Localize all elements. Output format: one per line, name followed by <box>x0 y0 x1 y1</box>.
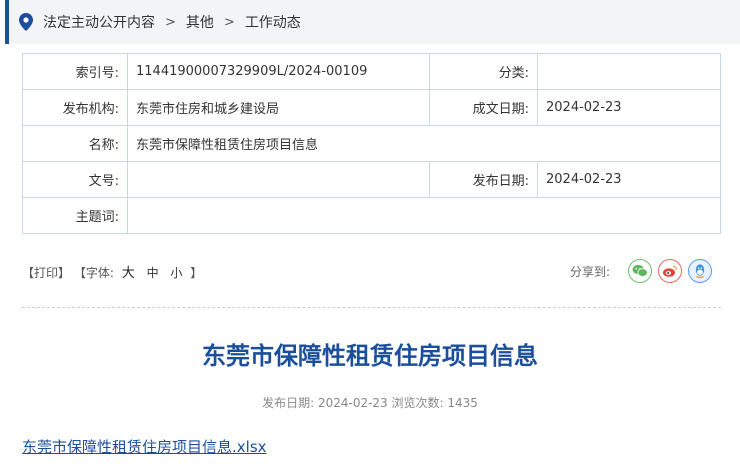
table-row: 名称: 东莞市保障性租赁住房项目信息 <box>22 125 721 162</box>
published-date-value: 2024-02-23 <box>537 161 721 198</box>
doc-number-value <box>127 161 430 198</box>
category-value <box>537 53 721 90</box>
created-date-value: 2024-02-23 <box>537 89 721 126</box>
table-row: 主题词: <box>22 197 721 234</box>
wechat-icon[interactable] <box>628 259 652 283</box>
location-pin-icon <box>19 13 33 31</box>
table-row: 索引号: 11441900007329909L/2024-00109 分类: <box>22 53 721 90</box>
font-size-prefix: 【字体: <box>73 266 114 280</box>
weibo-icon[interactable] <box>658 259 682 283</box>
category-label: 分类: <box>429 53 538 90</box>
font-medium-button[interactable]: 中 <box>147 266 159 280</box>
subject-value <box>127 197 721 234</box>
share-label: 分享到: <box>569 264 610 279</box>
issuer-label: 发布机构: <box>22 89 128 126</box>
subject-label: 主题词: <box>22 197 128 234</box>
issuer-value: 东莞市住房和城乡建设局 <box>127 89 430 126</box>
index-value: 11441900007329909L/2024-00109 <box>127 53 430 90</box>
published-date-label: 发布日期: <box>429 161 538 198</box>
qq-icon[interactable] <box>688 259 712 283</box>
name-label: 名称: <box>22 125 128 162</box>
chevron-right-icon: > <box>165 14 176 30</box>
chevron-right-icon: > <box>223 14 235 30</box>
page-tools: 【打印】 【字体: 大 中 小 】 <box>22 262 202 281</box>
breadcrumb-item-public-content[interactable]: 法定主动公开内容 <box>43 12 155 32</box>
font-large-button[interactable]: 大 <box>122 266 135 281</box>
table-row: 发布机构: 东莞市住房和城乡建设局 成文日期: 2024-02-23 <box>22 89 721 126</box>
breadcrumb-item-other[interactable]: 其他 <box>186 12 214 32</box>
article-info: 发布日期: 2024-02-23 浏览次数: 1435 <box>262 396 478 410</box>
table-row: 文号: 发布日期: 2024-02-23 <box>22 161 721 198</box>
article-title: 东莞市保障性租赁住房项目信息 <box>202 342 538 370</box>
breadcrumb-item-work-news[interactable]: 工作动态 <box>245 12 301 32</box>
font-small-button[interactable]: 小 <box>170 266 182 280</box>
attachment-link[interactable]: 东莞市保障性租赁住房项目信息.xlsx <box>22 436 267 457</box>
share-bar: 分享到: <box>570 259 712 283</box>
name-value: 东莞市保障性租赁住房项目信息 <box>127 125 721 162</box>
created-date-label: 成文日期: <box>429 89 538 126</box>
index-label: 索引号: <box>22 53 128 90</box>
dashed-divider <box>22 307 721 308</box>
print-button[interactable]: 【打印】 <box>22 266 70 280</box>
font-size-suffix: 】 <box>190 266 203 280</box>
document-meta-table: 索引号: 11441900007329909L/2024-00109 分类: 发… <box>22 53 721 234</box>
doc-number-label: 文号: <box>22 161 128 198</box>
breadcrumb: 法定主动公开内容 > 其他 > 工作动态 <box>5 0 740 44</box>
